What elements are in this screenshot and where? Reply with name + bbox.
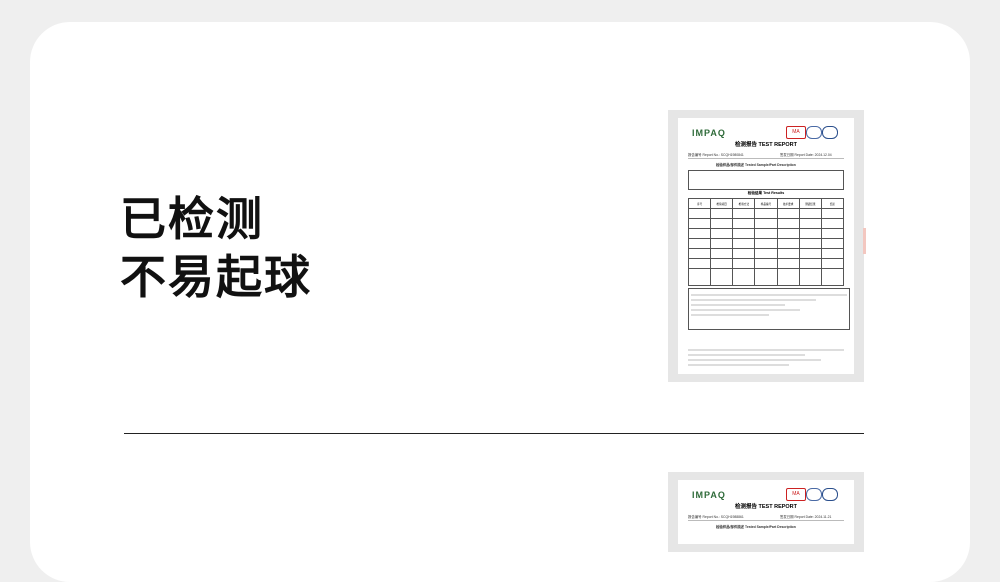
sample-description-title: 检验样品/部件描述 Tested Sample/Part Description — [716, 525, 796, 529]
table-row — [687, 268, 845, 286]
report-number: 报告编号 Report No.: SCQH1980841 — [688, 153, 744, 157]
table-header-cell: 结论 — [820, 198, 845, 209]
cnas-cert-icon — [822, 126, 838, 139]
cma-cert-icon: MA — [786, 126, 806, 139]
ilac-cert-icon — [806, 488, 822, 501]
headline: 已检测 不易起球 — [120, 190, 312, 306]
table-header-cell: 样品编号 — [754, 198, 778, 209]
test-report-image: IMPAQ MA 检测报告 TEST REPORT 报告编号 Report No… — [668, 110, 866, 382]
test-report-image-2: IMPAQ MA 检测报告 TEST REPORT 报告编号 Report No… — [668, 472, 864, 552]
report-footer — [688, 346, 844, 366]
report-paper: IMPAQ MA 检测报告 TEST REPORT 报告编号 Report No… — [678, 118, 854, 374]
report-date: 签发日期 Report Date: 2024.11.21 — [780, 515, 832, 519]
results-table: 序号 检验项目 检验方法 样品编号 技术要求 测试结果 结论 — [687, 198, 845, 286]
section-divider — [124, 433, 864, 434]
sample-description-title: 检验样品/部件描述 Tested Sample/Part Description — [716, 163, 796, 167]
table-row — [687, 228, 845, 239]
cma-cert-icon: MA — [786, 488, 806, 501]
report-title: 检测报告 TEST REPORT — [734, 142, 798, 148]
impaq-logo: IMPAQ — [692, 128, 726, 138]
table-header-cell: 测试结果 — [798, 198, 822, 209]
table-header-cell: 技术要求 — [776, 198, 800, 209]
table-header-cell: 检验项目 — [710, 198, 734, 209]
cnas-cert-icon — [822, 488, 838, 501]
results-title: 检验结果 Test Results — [747, 191, 785, 195]
report-number: 报告编号 Report No.: SCQH1988861 — [688, 515, 744, 519]
table-row — [687, 208, 845, 219]
ilac-cert-icon — [806, 126, 822, 139]
report-paper: IMPAQ MA 检测报告 TEST REPORT 报告编号 Report No… — [678, 480, 854, 544]
impaq-logo: IMPAQ — [692, 490, 726, 500]
table-header-cell: 序号 — [687, 198, 712, 209]
headline-line-1: 已检测 — [120, 192, 264, 246]
report-date: 签发日期 Report Date: 2024.12.04 — [780, 153, 832, 157]
report-rule — [688, 158, 844, 159]
report-title: 检测报告 TEST REPORT — [734, 504, 798, 510]
table-header-cell: 检验方法 — [732, 198, 756, 209]
sample-description-box — [688, 170, 844, 190]
table-row — [687, 248, 845, 259]
table-header-row: 序号 检验项目 检验方法 样品编号 技术要求 测试结果 结论 — [687, 198, 845, 209]
report-rule — [688, 520, 844, 521]
report-notes — [688, 288, 850, 330]
seal-stamp — [863, 228, 866, 254]
headline-line-2: 不易起球 — [120, 250, 312, 304]
table-row — [687, 218, 845, 229]
table-row — [687, 258, 845, 269]
table-row — [687, 238, 845, 249]
